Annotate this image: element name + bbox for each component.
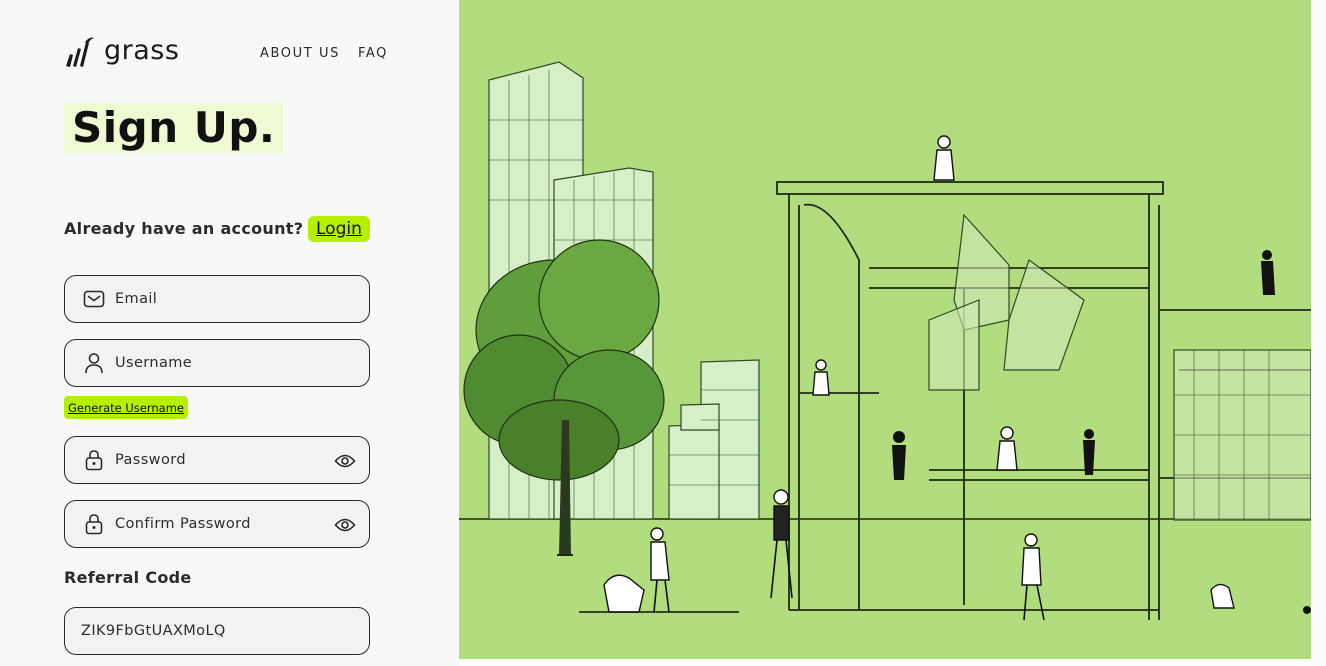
username-input[interactable] xyxy=(115,355,325,371)
username-field[interactable] xyxy=(64,339,370,387)
scrollbar[interactable] xyxy=(1311,0,1326,666)
eye-icon[interactable] xyxy=(333,449,357,473)
lock-icon xyxy=(83,513,105,535)
referral-code-field[interactable] xyxy=(64,607,370,655)
email-input[interactable] xyxy=(115,291,325,307)
email-field[interactable] xyxy=(64,275,370,323)
signup-panel: grass ABOUT US FAQ Sign Up. Already have… xyxy=(0,0,459,666)
password-field[interactable] xyxy=(64,436,370,484)
nav-about-us[interactable]: ABOUT US xyxy=(260,46,340,61)
nav-faq[interactable]: FAQ xyxy=(358,46,388,61)
city-park-illustration xyxy=(459,0,1311,659)
generate-username-button[interactable]: Generate Username xyxy=(64,396,188,419)
login-button[interactable]: Login xyxy=(308,216,370,242)
brand-logo[interactable]: grass xyxy=(64,34,180,68)
password-input[interactable] xyxy=(115,452,325,468)
mail-icon xyxy=(83,288,105,310)
confirm-password-input[interactable] xyxy=(115,516,325,532)
lock-icon xyxy=(83,449,105,471)
referral-code-input[interactable] xyxy=(81,623,291,639)
eye-icon[interactable] xyxy=(333,513,357,537)
confirm-password-field[interactable] xyxy=(64,500,370,548)
brand-name: grass xyxy=(104,34,180,66)
referral-code-label: Referral Code xyxy=(64,568,192,587)
page-title: Sign Up. xyxy=(72,103,276,152)
account-prompt: Already have an account? xyxy=(64,219,304,238)
page-title-highlight: Sign Up. xyxy=(64,103,284,153)
bottom-strip xyxy=(459,659,1311,666)
user-icon xyxy=(83,352,105,374)
grass-logo-icon xyxy=(66,37,94,67)
